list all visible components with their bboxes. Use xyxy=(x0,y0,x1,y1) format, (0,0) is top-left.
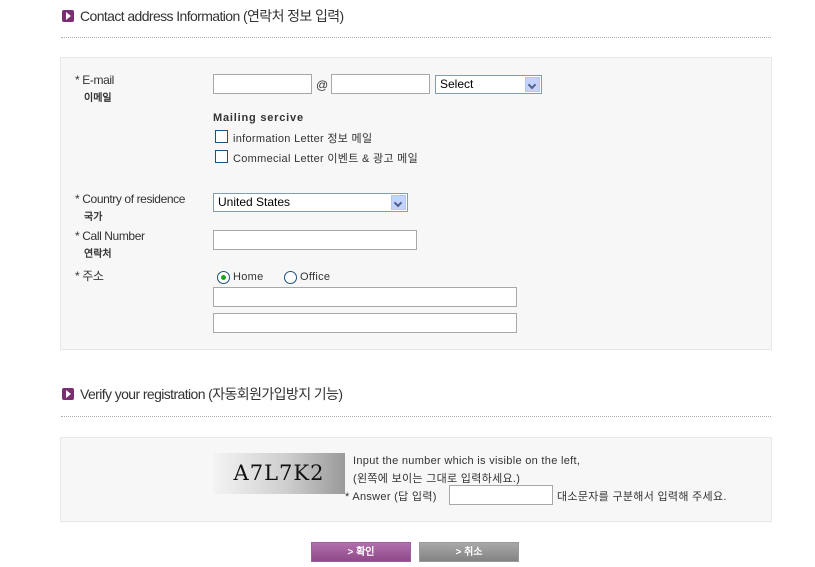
call-number-label-text: Call Number xyxy=(82,229,145,243)
section-arrow-icon xyxy=(62,388,74,400)
email-domain-select[interactable]: Select xyxy=(435,75,542,94)
information-letter-checkbox[interactable] xyxy=(215,130,228,143)
section-arrow-icon xyxy=(62,10,74,22)
mailing-service-title: Mailing sercive xyxy=(213,112,304,124)
captcha-instruction-en: Input the number which is visible on the… xyxy=(353,455,581,467)
commercial-letter-checkbox[interactable] xyxy=(215,150,228,163)
email-sublabel: 이메일 xyxy=(84,93,112,104)
email-label-text: E-mail xyxy=(82,73,114,87)
information-letter-label: information Letter 정보 메일 xyxy=(233,133,373,145)
contact-section-title-text: Contact address Information (연락처 정보 입력) xyxy=(80,8,344,24)
divider xyxy=(61,37,771,38)
email-at-sign: @ xyxy=(316,78,328,92)
address-line2-input[interactable] xyxy=(213,313,517,333)
country-select-value: United States xyxy=(218,195,291,209)
cancel-button[interactable]: > 취소 xyxy=(419,542,519,562)
captcha-image: A7L7K2 xyxy=(213,453,345,494)
commercial-letter-label: Commecial Letter 이벤트 & 광고 메일 xyxy=(233,153,418,165)
captcha-answer-input[interactable] xyxy=(449,485,553,505)
office-radio[interactable] xyxy=(284,271,297,284)
country-sublabel: 국가 xyxy=(84,212,103,223)
call-number-input[interactable] xyxy=(213,230,417,250)
contact-section-title: Contact address Information (연락처 정보 입력) xyxy=(62,6,344,26)
email-domain-select-value: Select xyxy=(440,77,474,91)
email-local-input[interactable] xyxy=(213,74,312,94)
case-sensitive-note: 대소문자를 구분해서 입력해 주세요. xyxy=(557,491,727,503)
call-number-label: * Call Number xyxy=(75,229,145,243)
country-label-text: Country of residence xyxy=(82,192,186,206)
chevron-down-icon xyxy=(391,195,406,210)
chevron-down-icon xyxy=(525,77,540,92)
home-radio[interactable] xyxy=(217,271,230,284)
divider xyxy=(61,416,771,417)
address-label: * 주소 xyxy=(75,269,104,283)
captcha-instruction-ko: (왼쪽에 보이는 그대로 입력하세요.) xyxy=(353,473,521,485)
address-label-text: 주소 xyxy=(82,269,104,283)
confirm-button[interactable]: > 확인 xyxy=(311,542,411,562)
call-number-sublabel: 연락처 xyxy=(84,249,112,260)
country-label: * Country of residence xyxy=(75,192,186,206)
email-domain-input[interactable] xyxy=(331,74,430,94)
country-select[interactable]: United States xyxy=(213,193,408,212)
answer-label: * Answer (답 입력) xyxy=(345,491,437,503)
address-line1-input[interactable] xyxy=(213,287,517,307)
verify-section-title: Verify your registration (자동회원가입방지 기능) xyxy=(62,384,343,404)
email-label: * E-mail xyxy=(75,73,114,87)
office-radio-label: Office xyxy=(300,271,331,283)
verify-section-title-text: Verify your registration (자동회원가입방지 기능) xyxy=(80,386,343,402)
home-radio-label: Home xyxy=(233,271,264,283)
